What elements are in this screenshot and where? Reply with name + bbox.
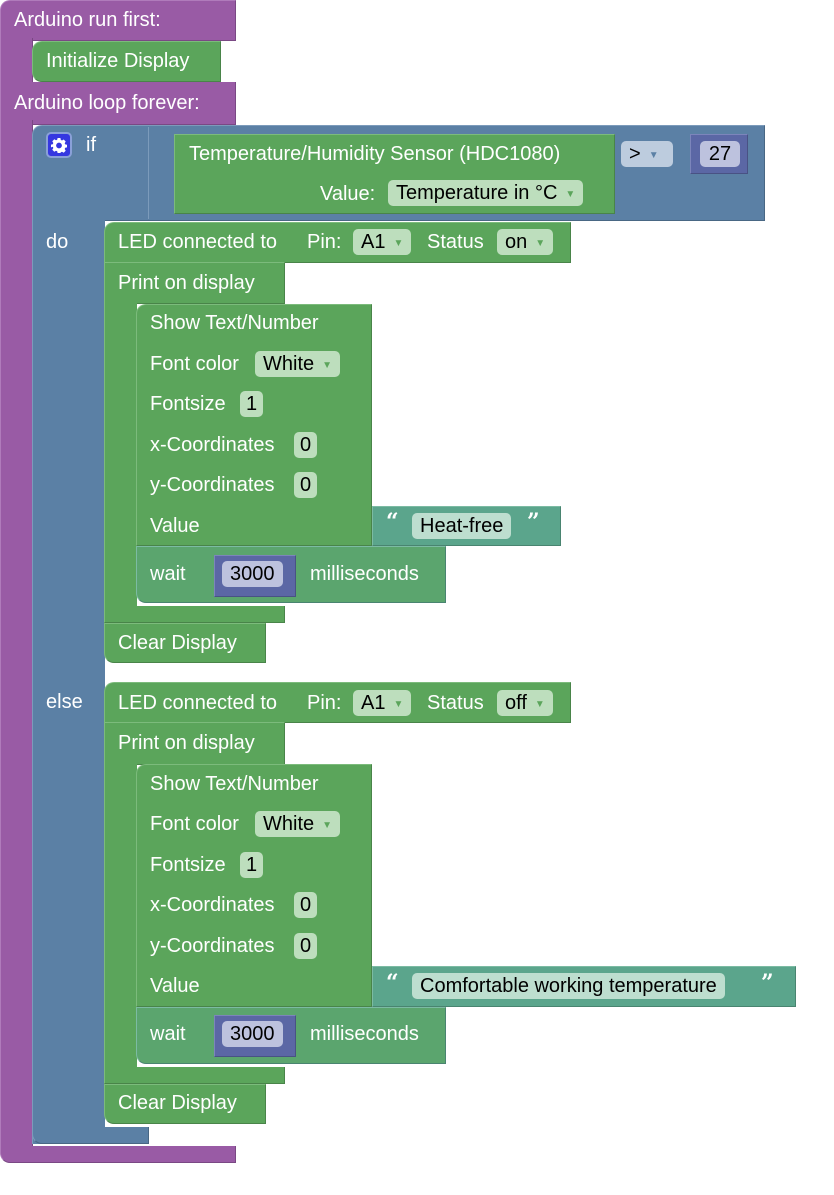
x-coord-label: x-Coordinates — [150, 434, 275, 456]
x-coord-field[interactable]: 0 — [294, 432, 318, 458]
compare-value-field[interactable]: 27 — [700, 141, 740, 167]
arduino-loop-bottom — [0, 1146, 236, 1163]
open-quote-icon: “ — [386, 509, 399, 535]
sensor-value-text: Temperature in °C — [396, 182, 558, 204]
dropdown-arrow-icon: ▼ — [393, 699, 404, 710]
status-value: off — [505, 692, 527, 714]
fontsize-label: Fontsize — [150, 393, 226, 415]
pin-label: Pin: — [307, 692, 342, 714]
print-bottom-do — [104, 606, 285, 623]
fontsize-field[interactable]: 1 — [240, 391, 264, 417]
clear-display-label: Clear Display — [118, 632, 237, 654]
pin-dropdown[interactable]: A1 ▼ — [353, 690, 412, 716]
font-color-dropdown[interactable]: White ▼ — [255, 811, 341, 837]
value-label: Value — [150, 515, 200, 537]
print-arm-else — [104, 760, 137, 1083]
y-coord-label: y-Coordinates — [150, 935, 275, 957]
print-label: Print on display — [118, 272, 255, 294]
show-text-block-else[interactable] — [136, 764, 372, 1007]
fontsize-label: Fontsize — [150, 854, 226, 876]
wait-label: wait — [150, 563, 186, 585]
font-color-value: White — [263, 813, 315, 835]
else-label: else — [46, 691, 83, 713]
dropdown-arrow-icon: ▼ — [535, 238, 546, 249]
pin-label: Pin: — [307, 231, 342, 253]
show-text-block-do[interactable] — [136, 304, 372, 546]
operator-dropdown[interactable]: > ▼ — [621, 141, 673, 167]
do-label: do — [46, 231, 69, 253]
print-label: Print on display — [118, 732, 255, 754]
gear-glyph-icon — [51, 138, 67, 153]
status-dropdown[interactable]: off ▼ — [497, 690, 553, 716]
led-label: LED connected to — [118, 231, 277, 253]
print-arm-do — [104, 300, 137, 622]
value-label: Value — [150, 975, 200, 997]
y-coord-field[interactable]: 0 — [294, 933, 318, 959]
arduino-loop-arm — [0, 120, 33, 1162]
open-quote-icon: “ — [386, 970, 399, 996]
close-quote-icon: ” — [761, 970, 774, 996]
clear-display-label: Clear Display — [118, 1092, 237, 1114]
dropdown-arrow-icon: ▼ — [393, 238, 404, 249]
pin-value: A1 — [361, 231, 386, 253]
loop-header: Arduino loop forever: — [14, 92, 200, 114]
font-color-label: Font color — [150, 813, 239, 835]
dropdown-arrow-icon: ▼ — [322, 360, 333, 371]
font-color-dropdown[interactable]: White ▼ — [255, 351, 341, 377]
status-label: Status — [427, 231, 484, 253]
font-color-value: White — [263, 353, 315, 375]
arduino-setup-arm — [0, 38, 33, 86]
pin-value: A1 — [361, 692, 386, 714]
if-else-arm — [32, 218, 105, 1144]
input-divider — [148, 127, 149, 219]
font-color-label: Font color — [150, 353, 239, 375]
close-quote-icon: ” — [527, 509, 540, 535]
show-title: Show Text/Number — [150, 773, 319, 795]
status-dropdown[interactable]: on ▼ — [497, 229, 554, 255]
x-coord-label: x-Coordinates — [150, 894, 275, 916]
text-field[interactable]: Heat-free — [412, 513, 512, 539]
text-field[interactable]: Comfortable working temperature — [412, 973, 725, 999]
dropdown-arrow-icon: ▼ — [565, 189, 576, 200]
status-label: Status — [427, 692, 484, 714]
if-label: if — [86, 134, 96, 156]
show-title: Show Text/Number — [150, 312, 319, 334]
print-bottom-else — [104, 1067, 285, 1084]
wait-unit-label: milliseconds — [310, 1023, 419, 1045]
sensor-label: Temperature/Humidity Sensor (HDC1080) — [189, 143, 561, 165]
if-else-bottom — [32, 1127, 149, 1144]
gear-icon[interactable] — [46, 132, 72, 158]
y-coord-field[interactable]: 0 — [294, 472, 318, 498]
operator-text: > — [629, 143, 641, 165]
pin-dropdown[interactable]: A1 ▼ — [353, 229, 412, 255]
dropdown-arrow-icon: ▼ — [534, 699, 545, 710]
wait-unit-label: milliseconds — [310, 563, 419, 585]
wait-label: wait — [150, 1023, 186, 1045]
y-coord-label: y-Coordinates — [150, 474, 275, 496]
fontsize-field[interactable]: 1 — [240, 852, 264, 878]
initialize-display-label: Initialize Display — [46, 50, 190, 72]
wait-ms-field[interactable]: 3000 — [222, 561, 283, 587]
setup-header: Arduino run first: — [14, 9, 161, 31]
status-value: on — [505, 231, 528, 253]
sensor-value-label: Value: — [320, 183, 376, 205]
x-coord-field[interactable]: 0 — [294, 892, 318, 918]
wait-ms-field[interactable]: 3000 — [222, 1021, 283, 1047]
led-label: LED connected to — [118, 692, 277, 714]
dropdown-arrow-icon: ▼ — [648, 150, 659, 161]
dropdown-arrow-icon: ▼ — [322, 820, 333, 831]
sensor-value-dropdown[interactable]: Temperature in °C ▼ — [388, 180, 584, 206]
